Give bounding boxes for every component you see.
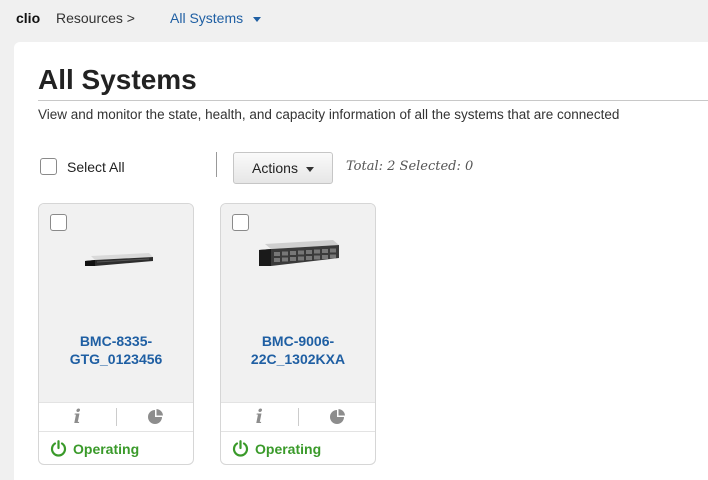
system-status: Operating — [221, 431, 375, 464]
system-status: Operating — [39, 431, 193, 464]
pie-chart-icon — [329, 409, 345, 424]
toolbar-divider — [216, 152, 217, 177]
caret-down-icon — [253, 16, 262, 22]
system-name-line: GTG_0123456 — [69, 351, 163, 367]
caret-down-icon — [305, 166, 314, 172]
selection-totals: Total: 2 Selected: 0 — [346, 159, 474, 174]
actions-dropdown-button[interactable]: Actions — [233, 152, 333, 184]
system-name-link[interactable]: BMC-8335- GTG_0123456 — [39, 332, 193, 368]
info-icon[interactable]: i — [39, 406, 116, 428]
select-all-checkbox[interactable] — [40, 158, 57, 175]
pie-chart-button[interactable] — [117, 408, 194, 426]
system-name-line: BMC-8335- — [79, 333, 153, 349]
breadcrumb-resources[interactable]: Resources > — [56, 10, 135, 26]
top-breadcrumb-bar: clio Resources > All Systems — [0, 0, 708, 38]
system-name-link[interactable]: BMC-9006- 22C_1302KXA — [221, 332, 375, 368]
page-description: View and monitor the state, health, and … — [38, 100, 708, 122]
system-card-image-area — [221, 204, 375, 402]
info-icon[interactable]: i — [221, 406, 298, 428]
breadcrumb-current-label: All Systems — [170, 10, 244, 26]
system-name-line: BMC-9006- — [261, 333, 335, 349]
status-label: Operating — [73, 440, 140, 457]
system-card-image-area — [39, 204, 193, 402]
select-all-control[interactable]: Select All — [40, 158, 125, 175]
status-label: Operating — [255, 440, 322, 457]
brand-logo[interactable]: clio — [16, 10, 40, 26]
system-card[interactable]: BMC-8335- GTG_0123456 i Operating — [38, 203, 194, 465]
actions-label: Actions — [252, 160, 298, 176]
breadcrumb-current-dropdown[interactable]: All Systems — [170, 10, 262, 26]
power-icon — [50, 440, 67, 457]
select-all-label: Select All — [67, 158, 125, 175]
pie-chart-icon — [147, 409, 163, 424]
server-1u-icon — [85, 253, 153, 266]
system-card-checkbox[interactable] — [232, 214, 249, 231]
system-card-checkbox[interactable] — [50, 214, 67, 231]
power-icon — [232, 440, 249, 457]
system-card-actions: i — [39, 402, 193, 431]
system-card[interactable]: BMC-9006- 22C_1302KXA i Operating — [220, 203, 376, 465]
server-2u-icon — [259, 240, 339, 266]
pie-chart-button[interactable] — [299, 408, 376, 426]
page-title: All Systems — [38, 64, 197, 95]
system-name-line: 22C_1302KXA — [250, 351, 346, 367]
system-card-actions: i — [221, 402, 375, 431]
